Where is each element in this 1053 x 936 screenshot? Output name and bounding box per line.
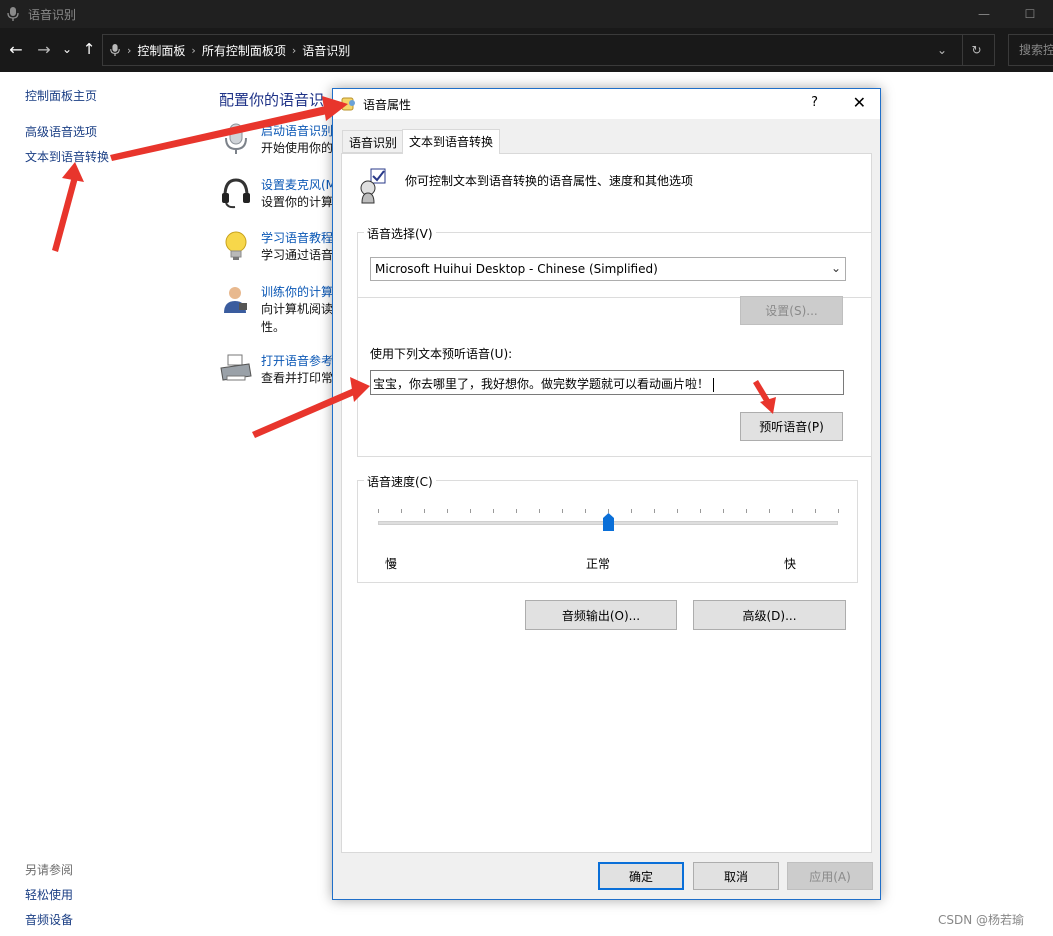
advanced-button[interactable]: 高级(D)... (693, 600, 846, 630)
slider-tick (493, 509, 494, 513)
task-description: 开始使用你的 (261, 141, 334, 155)
breadcrumb-separator: › (291, 43, 297, 57)
preview-voice-button[interactable]: 预听语音(P) (740, 412, 843, 441)
forward-button[interactable]: → (34, 38, 54, 60)
dialog-titlebar: 语音属性 ? ✕ (333, 89, 880, 119)
speed-fast-label: 快 (784, 557, 797, 571)
microphone-icon (225, 123, 247, 154)
task-description: 学习通过语音 (261, 248, 334, 262)
slider-tick (654, 509, 655, 513)
slider-tick (447, 509, 448, 513)
voice-speed-legend: 语音速度(C) (364, 473, 436, 490)
slider-tick (378, 509, 379, 513)
voice-select-value: Microsoft Huihui Desktop - Chinese (Simp… (375, 262, 658, 276)
window-titlebar: 语音识别 — ☐ (0, 0, 1053, 28)
slider-tick (401, 509, 402, 513)
headset-icon (222, 178, 250, 209)
back-button[interactable]: ← (6, 38, 26, 60)
see-also-heading: 另请参阅 (25, 863, 74, 877)
task-link[interactable]: 训练你的计算 (261, 283, 333, 300)
nav-text-to-speech[interactable]: 文本到语音转换 (25, 148, 109, 165)
chevron-down-icon: ⌄ (830, 261, 841, 275)
person-icon (224, 287, 247, 313)
nav-ease-of-access[interactable]: 轻松使用 (25, 886, 73, 903)
watermark: CSDN @杨若瑜 (938, 913, 1025, 927)
tts-tab-panel: 你可控制文本到语音转换的语音属性、速度和其他选项 语音选择(V) Microso… (341, 153, 872, 853)
speed-normal-label: 正常 (586, 557, 611, 571)
tts-intro-text: 你可控制文本到语音转换的语音属性、速度和其他选项 (405, 174, 694, 188)
slider-tick (746, 509, 747, 513)
maximize-button[interactable]: ☐ (1007, 0, 1053, 28)
task-description: 向计算机阅读 (261, 302, 334, 316)
help-button[interactable]: ? (811, 95, 818, 110)
slider-tick (838, 509, 839, 513)
cancel-button[interactable]: 取消 (693, 862, 779, 890)
refresh-button[interactable]: ↻ (962, 35, 990, 65)
task-link[interactable]: 设置麦克风(M (261, 176, 336, 193)
address-toolbar: ← → ⌄ ↑ › 控制面板 › 所有控制面板项 › 语音识别 ⌄ ↻ 搜索控 (0, 28, 1053, 72)
nav-audio-devices[interactable]: 音频设备 (25, 911, 73, 928)
window-title: 语音识别 (28, 7, 77, 22)
address-dropdown-button[interactable]: ⌄ (930, 35, 954, 65)
dialog-title: 语音属性 (363, 97, 412, 112)
audio-output-button[interactable]: 音频输出(O)... (525, 600, 677, 630)
address-bar[interactable]: › 控制面板 › 所有控制面板项 › 语音识别 ⌄ ↻ (102, 34, 995, 66)
tab-text-to-speech[interactable]: 文本到语音转换 (402, 129, 501, 154)
slider-tick (723, 509, 724, 513)
task-description: 查看并打印常 (261, 371, 334, 385)
voice-selection-legend: 语音选择(V) (364, 225, 436, 242)
breadcrumb-separator: › (127, 43, 132, 57)
recent-locations-button[interactable]: ⌄ (60, 38, 74, 60)
slider-tick (424, 509, 425, 513)
annotation-arrow-2 (52, 162, 84, 252)
breadcrumb-all-items[interactable]: 所有控制面板项 (202, 42, 286, 59)
tab-speech-recognition[interactable]: 语音识别 (342, 130, 405, 153)
task-link[interactable]: 启动语音识别 (261, 122, 333, 139)
speech-settings-icon (360, 168, 386, 204)
voice-select[interactable]: Microsoft Huihui Desktop - Chinese (Simp… (370, 257, 846, 281)
text-caret (713, 377, 715, 392)
task-description-line2: 性。 (261, 320, 286, 334)
printer-icon (220, 354, 252, 381)
slider-tick (608, 509, 609, 513)
apply-button[interactable]: 应用(A) (787, 862, 873, 890)
microphone-icon (110, 44, 120, 56)
slider-tick (769, 509, 770, 513)
nav-control-panel-home[interactable]: 控制面板主页 (25, 87, 97, 104)
lightbulb-icon (225, 231, 247, 260)
slider-tick (677, 509, 678, 513)
slider-tick (792, 509, 793, 513)
slider-tick (539, 509, 540, 513)
speech-properties-icon (341, 97, 355, 111)
task-link[interactable]: 打开语音参考 (261, 352, 333, 369)
slider-tick (470, 509, 471, 513)
up-button[interactable]: ↑ (80, 38, 98, 60)
breadcrumb-speech-recognition[interactable]: 语音识别 (302, 42, 350, 59)
speech-properties-dialog: 语音属性 ? ✕ 语音识别 文本到语音转换 你可控制文本到语音转换的语音属性、速… (332, 88, 881, 900)
breadcrumb-control-panel[interactable]: 控制面板 (137, 42, 185, 59)
slider-tick (631, 509, 632, 513)
speed-slider-thumb[interactable] (603, 513, 614, 531)
preview-text-value: 宝宝，你去哪里了，我好想你。做完数学题就可以看动画片啦！ (373, 377, 710, 391)
ok-button[interactable]: 确定 (598, 862, 684, 890)
slider-tick (700, 509, 701, 513)
speed-slow-label: 慢 (385, 557, 398, 571)
slider-tick (516, 509, 517, 513)
page-title: 配置你的语音识 (219, 91, 325, 109)
microphone-icon (7, 7, 19, 21)
preview-text-input[interactable]: 宝宝，你去哪里了，我好想你。做完数学题就可以看动画片啦！ (370, 370, 844, 395)
slider-tick (585, 509, 586, 513)
task-description: 设置你的计算 (261, 195, 334, 209)
slider-tick (562, 509, 563, 513)
close-icon[interactable]: ✕ (853, 93, 866, 112)
breadcrumb-separator: › (191, 43, 196, 57)
nav-advanced-speech-options[interactable]: 高级语音选项 (25, 123, 97, 140)
preview-text-label: 使用下列文本预听语音(U): (370, 347, 513, 361)
voice-settings-button[interactable]: 设置(S)... (740, 296, 843, 325)
slider-tick (815, 509, 816, 513)
minimize-button[interactable]: — (961, 0, 1007, 28)
task-link[interactable]: 学习语音教程 (261, 229, 333, 246)
search-input[interactable]: 搜索控 (1008, 34, 1053, 66)
